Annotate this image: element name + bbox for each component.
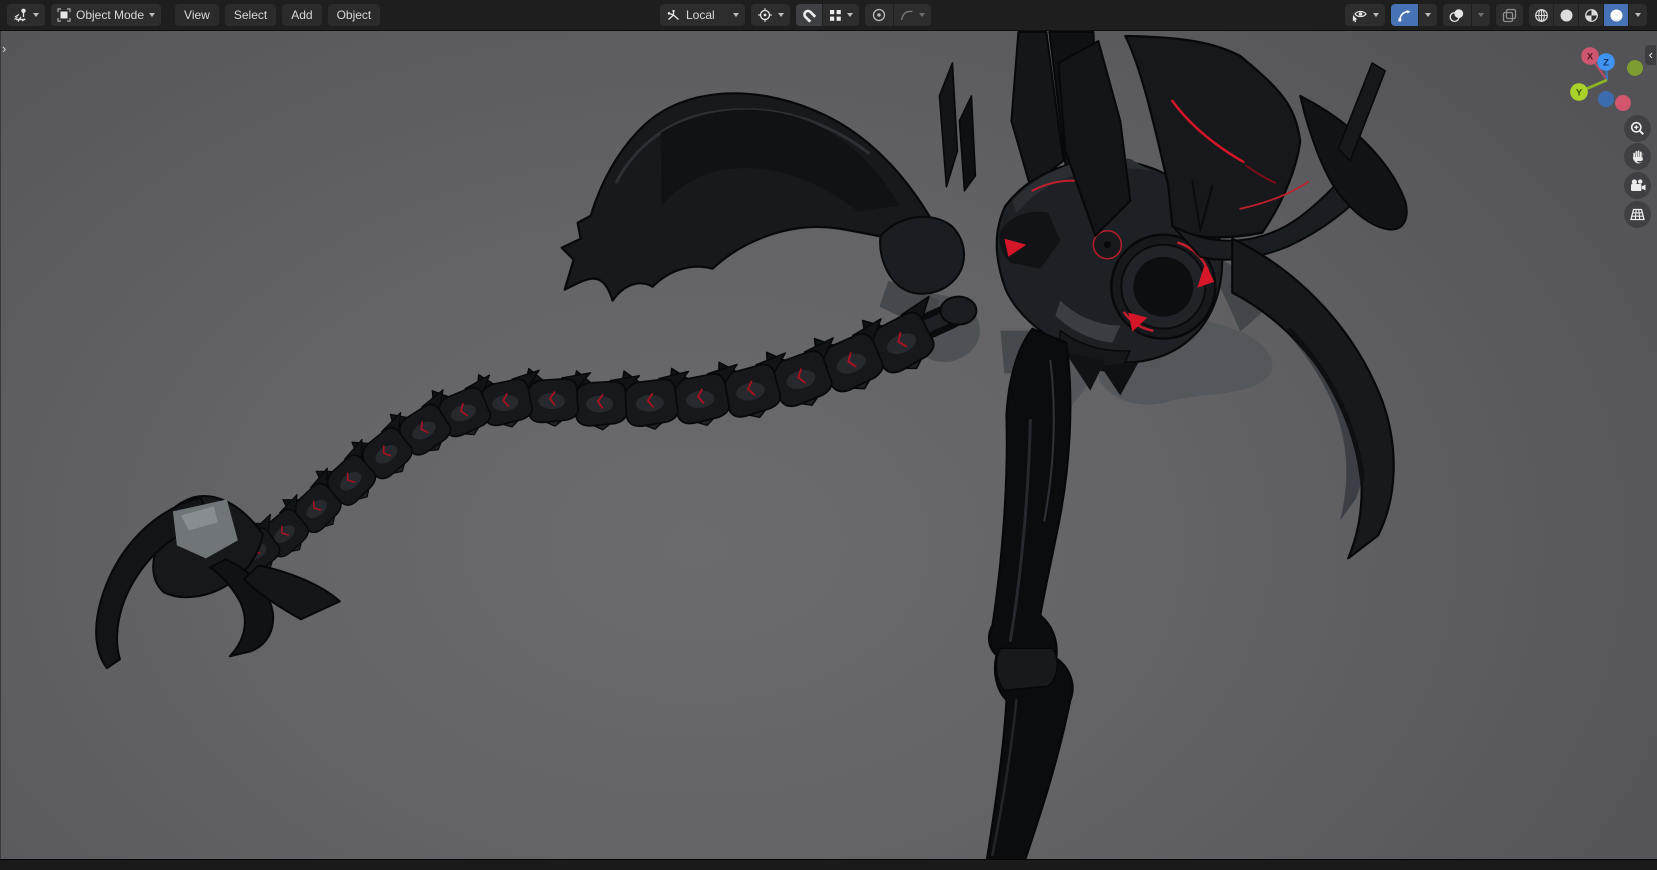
chevron-down-icon xyxy=(1478,13,1484,17)
viewport-canvas[interactable] xyxy=(1,31,1657,860)
show-object-types-icon xyxy=(1352,10,1367,22)
pivot-point-icon xyxy=(757,8,772,22)
toggle-xray-icon xyxy=(1502,8,1517,22)
chevron-down-icon xyxy=(1373,13,1379,17)
nav-zoom-button[interactable] xyxy=(1624,115,1651,142)
menu-view[interactable]: View xyxy=(175,4,219,26)
blender-window: Object Mode View Select Add Object Local xyxy=(0,0,1657,870)
chevron-down-icon xyxy=(1425,13,1431,17)
viewport-gizmos-icon xyxy=(1398,9,1411,22)
gizmos-group xyxy=(1391,4,1437,26)
overlays-group xyxy=(1443,4,1490,26)
object-mode-icon xyxy=(57,8,71,22)
model-mechanical-creature xyxy=(95,31,1408,860)
menu-object[interactable]: Object xyxy=(327,4,381,26)
sidebar-collapse-tab[interactable]: ‹ xyxy=(1644,45,1656,65)
axis-label-z: Z xyxy=(1603,58,1609,69)
snap-group xyxy=(795,4,859,26)
nav-orthographic-button[interactable] xyxy=(1624,201,1651,228)
show-gizmos-toggle[interactable] xyxy=(1391,4,1418,26)
overlays-icon xyxy=(1449,8,1464,22)
orthographic-grid-icon xyxy=(1630,208,1645,221)
chevron-down-icon xyxy=(1635,13,1641,17)
snap-magnet-icon xyxy=(802,9,816,23)
zoom-icon xyxy=(1630,121,1645,136)
pan-hand-icon xyxy=(1632,150,1643,163)
proportional-editing-icon xyxy=(872,8,885,22)
chevron-down-icon xyxy=(918,13,925,17)
proportional-falloff-dropdown[interactable] xyxy=(893,4,931,26)
shading-wireframe-icon xyxy=(1534,8,1548,22)
viewport-header: Object Mode View Select Add Object Local xyxy=(0,0,1657,31)
pivot-point-dropdown[interactable] xyxy=(750,4,790,26)
toolbar-expand-tab[interactable]: › xyxy=(2,42,6,55)
shading-solid-icon xyxy=(1560,9,1572,21)
nav-camera-view-button[interactable] xyxy=(1624,172,1651,199)
chevron-down-icon xyxy=(732,13,739,17)
shading-dropdown[interactable] xyxy=(1629,4,1647,26)
shading-wireframe-button[interactable] xyxy=(1529,4,1553,26)
axis-label-y: Y xyxy=(1576,88,1583,99)
orientation-axes-icon xyxy=(667,9,679,20)
model-scythe-limb xyxy=(1228,237,1395,560)
axis-ball-neg-y[interactable] xyxy=(1627,60,1643,76)
mode-select-dropdown[interactable]: Object Mode xyxy=(51,4,162,26)
gizmos-dropdown[interactable] xyxy=(1419,4,1437,26)
shading-material-preview-icon xyxy=(1584,8,1598,22)
editor-type-button[interactable] xyxy=(7,4,45,26)
shading-group xyxy=(1529,4,1647,26)
transform-orientation-label: Local xyxy=(686,8,715,22)
chevron-down-icon xyxy=(149,13,156,17)
snap-target-dropdown[interactable] xyxy=(822,4,859,26)
chevron-down-icon xyxy=(846,13,853,17)
proportional-group xyxy=(864,4,931,26)
snap-toggle-button[interactable] xyxy=(795,4,822,26)
model-tail-segments xyxy=(221,291,955,583)
axis-ball-neg-z[interactable] xyxy=(1598,91,1614,107)
bottom-window-strip xyxy=(0,859,1657,870)
axis-navigation-gizmo[interactable]: X Z Y xyxy=(1566,39,1646,115)
3d-viewport: › ‹ X Z Y xyxy=(0,31,1657,860)
editor-3d-viewport-icon xyxy=(14,8,26,22)
falloff-curve-icon xyxy=(900,10,913,20)
menu-select[interactable]: Select xyxy=(224,4,277,26)
chevron-down-icon xyxy=(33,13,39,17)
model-front-leg xyxy=(985,327,1074,860)
chevron-down-icon xyxy=(777,13,784,17)
transform-orientation-dropdown[interactable]: Local xyxy=(660,4,745,26)
snap-increment-icon xyxy=(829,9,841,21)
shading-material-button[interactable] xyxy=(1579,4,1603,26)
nav-pan-button[interactable] xyxy=(1624,143,1651,170)
show-object-types-dropdown[interactable] xyxy=(1345,4,1385,26)
shading-solid-button[interactable] xyxy=(1554,4,1578,26)
toggle-xray-button[interactable] xyxy=(1496,4,1523,26)
shading-rendered-icon xyxy=(1610,9,1622,21)
mode-select-label: Object Mode xyxy=(76,8,145,22)
camera-view-icon xyxy=(1630,179,1645,191)
show-overlays-toggle[interactable] xyxy=(1443,4,1471,26)
axis-label-x: X xyxy=(1587,52,1594,63)
proportional-editing-toggle[interactable] xyxy=(864,4,893,26)
axis-ball-neg-x[interactable] xyxy=(1615,95,1631,111)
shading-rendered-button[interactable] xyxy=(1604,4,1628,26)
menu-add[interactable]: Add xyxy=(282,4,322,26)
overlays-dropdown[interactable] xyxy=(1472,4,1490,26)
